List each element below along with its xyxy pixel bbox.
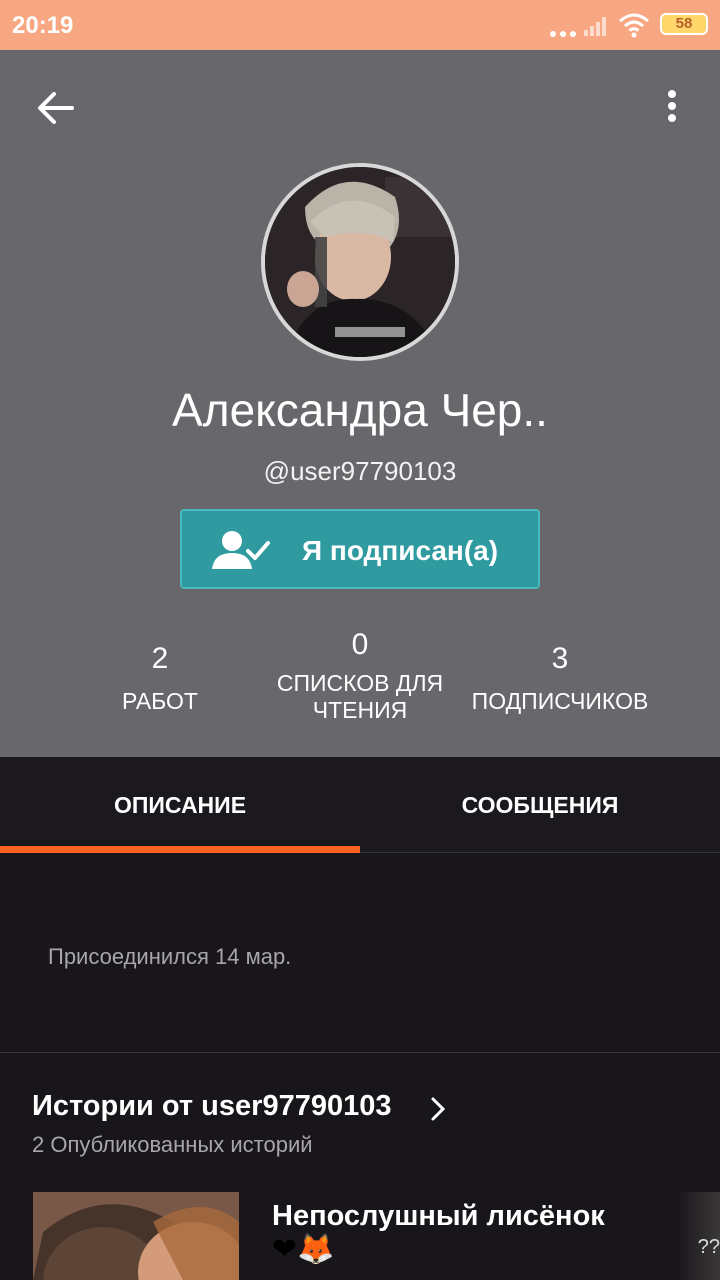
stat-followers[interactable]: 3 ПОДПИСЧИКОВ <box>460 642 660 715</box>
profile-username: @user97790103 <box>263 456 457 486</box>
stat-reading-lists-label: СПИСКОВ ДЛЯ ЧТЕНИЯ <box>260 670 460 724</box>
stories-count: 2 Опубликованных историй <box>32 1132 313 1157</box>
story-title[interactable]: Непослушный лисёнок <box>272 1198 672 1234</box>
stat-works-label: РАБОТ <box>122 688 198 714</box>
stat-reading-lists[interactable]: 0 СПИСКОВ ДЛЯ ЧТЕНИЯ <box>260 628 460 724</box>
signal-bars-icon <box>584 17 606 36</box>
avatar[interactable] <box>261 163 459 361</box>
more-vertical-icon[interactable] <box>655 86 689 130</box>
stat-reading-lists-label-line1: СПИСКОВ ДЛЯ <box>276 670 444 696</box>
profile-header: Александра Чер.. @user97790103 Я подписа… <box>0 50 720 757</box>
story-cover[interactable] <box>33 1192 239 1280</box>
joined-date: Присоединился 14 мар. <box>48 944 292 969</box>
wifi-icon <box>619 13 649 38</box>
stat-works-value: 2 <box>151 642 169 675</box>
stat-followers-value: 3 <box>551 642 569 675</box>
status-time: 20:19 <box>12 12 74 39</box>
more-dots-icon <box>550 24 580 42</box>
arrow-left-icon[interactable] <box>34 86 78 130</box>
profile-name: Александра Чер.. <box>172 384 548 436</box>
tab-messages[interactable]: СООБЩЕНИЯ <box>360 757 720 853</box>
stories-section-title[interactable]: Истории от user97790103 <box>32 1090 391 1123</box>
stat-works[interactable]: 2 РАБОТ <box>60 642 260 715</box>
profile-tabs: ОПИСАНИЕ СООБЩЕНИЯ <box>0 757 720 853</box>
stat-reading-lists-value: 0 <box>351 628 369 661</box>
chevron-right-icon[interactable] <box>428 1096 448 1122</box>
battery-indicator: 58 <box>660 13 708 35</box>
tab-active-indicator <box>0 846 360 853</box>
stat-reading-lists-label-line2: ЧТЕНИЯ <box>312 697 408 723</box>
story-title-emoji: ❤🦊 <box>272 1233 335 1266</box>
status-bar: 20:19 58 <box>0 0 720 50</box>
next-story-cover[interactable]: ?? <box>680 1192 720 1280</box>
stat-followers-label: ПОДПИСЧИКОВ <box>471 688 649 714</box>
divider <box>0 1052 720 1053</box>
user-check-icon <box>212 531 270 569</box>
follow-button-label: Я подписан(а) <box>302 535 499 566</box>
tab-description[interactable]: ОПИСАНИЕ <box>0 757 360 853</box>
next-story-text: ?? <box>697 1236 720 1258</box>
follow-button[interactable]: Я подписан(а) <box>180 509 540 589</box>
